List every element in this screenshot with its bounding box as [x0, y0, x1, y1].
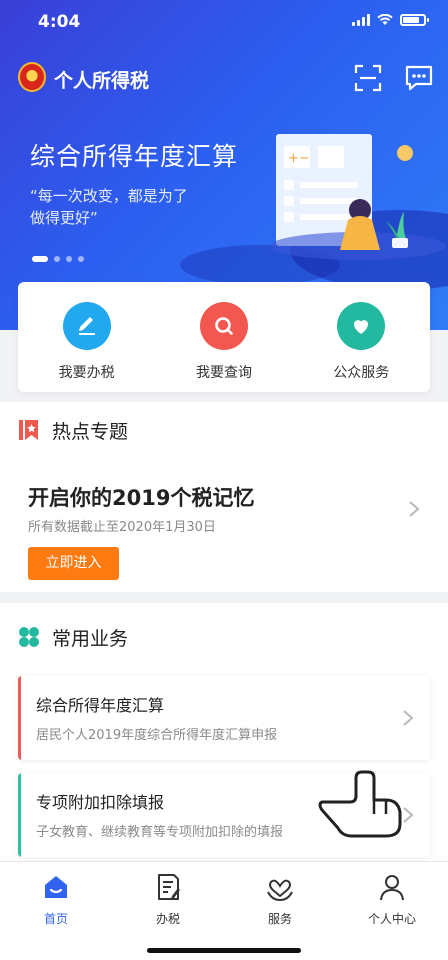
tab-personal-center[interactable]: 个人中心 — [347, 872, 437, 927]
tax-illustration: +− — [270, 134, 446, 260]
signal-icon — [352, 14, 370, 26]
business-item-desc: 子女教育、继续教育等专项附加扣除的填报 — [36, 825, 284, 840]
tab-service[interactable]: 服务 — [235, 872, 325, 927]
wifi-icon — [377, 14, 393, 25]
carousel-dot[interactable] — [66, 256, 72, 262]
clover-icon — [19, 627, 39, 647]
edit-icon — [62, 302, 111, 350]
business-item-title: 综合所得年度汇算 — [36, 696, 165, 715]
quick-action-label: 我要查询 — [195, 365, 252, 381]
bottom-tab-bar: 首页 办税 服务 个人中心 — [0, 861, 448, 960]
user-icon — [380, 875, 404, 901]
tab-label: 首页 — [43, 912, 68, 926]
home-indicator[interactable] — [147, 948, 301, 953]
business-item-title: 专项附加扣除填报 — [36, 793, 165, 812]
chevron-right-icon[interactable] — [408, 500, 420, 518]
status-bar: 4:04 — [0, 0, 448, 46]
message-icon[interactable] — [404, 64, 434, 92]
status-time: 4:04 — [38, 12, 81, 32]
svg-text:+−: +− — [288, 151, 310, 166]
banner-subtitle: “每一次改变，都是为了做得更好” — [30, 187, 188, 227]
document-edit-icon — [158, 874, 180, 900]
quick-actions-card: 我要办税 我要查询 公众服务 — [18, 282, 430, 392]
tab-label: 办税 — [155, 912, 180, 926]
hand-pointer-icon — [318, 770, 402, 838]
quick-action-label: 公众服务 — [333, 365, 390, 381]
app-header: 个人所得税 — [0, 56, 448, 104]
item-accent-bar — [18, 773, 21, 857]
hot-topic-headline[interactable]: 开启你的2019个税记忆 — [28, 482, 254, 512]
quick-action-tax-filing[interactable]: 我要办税 — [32, 302, 142, 392]
search-icon — [199, 302, 248, 350]
scan-icon[interactable] — [354, 64, 382, 92]
hot-topics-section: 热点专题 开启你的2019个税记忆 所有数据截止至2020年1月30日 立即进入 — [0, 402, 448, 592]
carousel-dot[interactable] — [78, 256, 84, 262]
heart-icon — [337, 302, 386, 350]
quick-action-query[interactable]: 我要查询 — [169, 302, 279, 392]
tab-label: 服务 — [267, 912, 292, 926]
hero-banner[interactable]: 4:04 个人所得税 综合所得年度汇算 “每一次改变，都是为了做得更好” +− — [0, 0, 448, 330]
service-heart-icon — [267, 879, 293, 902]
battery-icon — [400, 14, 429, 26]
bookmark-icon — [19, 420, 38, 440]
tax-emblem-logo — [18, 62, 46, 92]
item-accent-bar — [18, 676, 21, 760]
business-item-annual-settlement[interactable]: 综合所得年度汇算 居民个人2019年度综合所得年度汇算申报 — [18, 676, 430, 760]
business-item-desc: 居民个人2019年度综合所得年度汇算申报 — [36, 728, 278, 743]
tab-label: 个人中心 — [367, 912, 416, 926]
tab-tax[interactable]: 办税 — [123, 872, 213, 927]
quick-action-public-service[interactable]: 公众服务 — [306, 302, 416, 392]
app-title: 个人所得税 — [54, 70, 150, 92]
section-title: 热点专题 — [52, 420, 129, 443]
enter-now-button[interactable]: 立即进入 — [28, 547, 119, 580]
carousel-indicator[interactable] — [32, 256, 84, 262]
carousel-dot[interactable] — [54, 256, 60, 262]
carousel-dot[interactable] — [32, 256, 48, 262]
tab-home[interactable]: 首页 — [11, 872, 101, 927]
banner-title: 综合所得年度汇算 — [30, 142, 239, 171]
hot-topic-note: 所有数据截止至2020年1月30日 — [28, 520, 216, 535]
chevron-right-icon — [403, 710, 414, 726]
section-title: 常用业务 — [52, 627, 129, 650]
quick-action-label: 我要办税 — [58, 365, 115, 381]
home-icon — [45, 876, 67, 898]
